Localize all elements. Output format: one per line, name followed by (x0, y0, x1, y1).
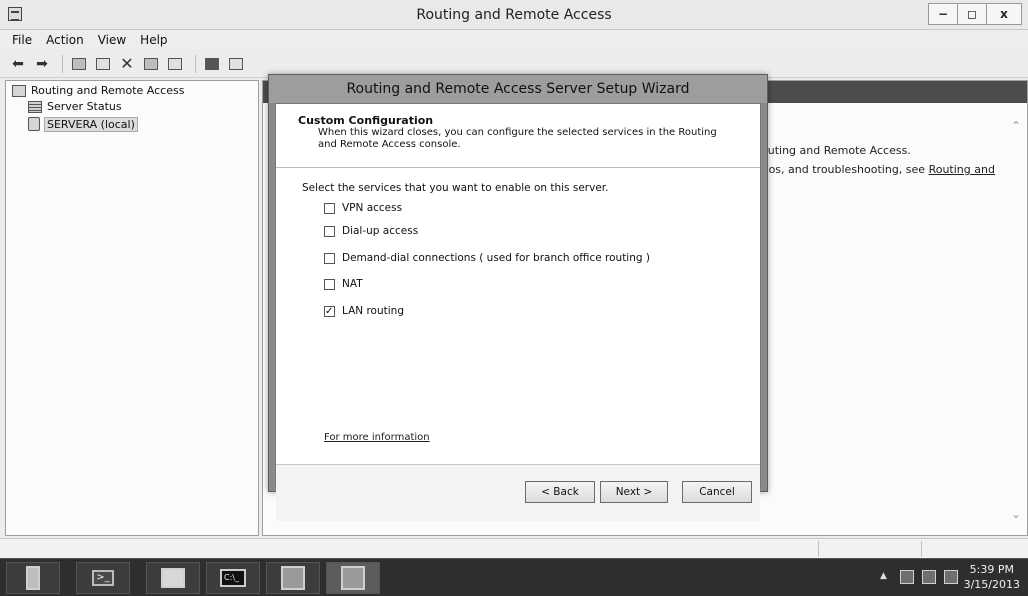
next-button[interactable]: Next > (600, 481, 668, 503)
option-label: Dial-up access (342, 225, 419, 237)
show-hide-tree-icon[interactable] (93, 55, 113, 73)
option-demand-dial[interactable]: Demand-dial connections ( used for branc… (324, 252, 650, 264)
wizard-header-description: When this wizard closes, you can configu… (318, 127, 717, 150)
tree-item-server-status[interactable]: Server Status (28, 100, 122, 113)
option-label: LAN routing (342, 305, 404, 317)
refresh-icon[interactable] (165, 55, 185, 73)
network-status-icon[interactable] (922, 570, 936, 584)
routing-help-link[interactable]: Routing and (929, 163, 995, 176)
option-dial-up-access[interactable]: Dial-up access (324, 225, 418, 237)
forward-arrow-icon[interactable]: ➡ (32, 55, 52, 73)
option-lan-routing[interactable]: LAN routing (324, 305, 404, 317)
tree-root[interactable]: Routing and Remote Access (12, 84, 184, 97)
screen: Routing and Remote Access − ◻ x File Act… (0, 0, 1028, 596)
setup-wizard-dialog: Routing and Remote Access Server Setup W… (268, 74, 768, 521)
tree-item-label: SERVERA (local) (44, 116, 138, 132)
up-folder-icon[interactable] (69, 55, 89, 73)
taskbar: >_ C:\_ ▲ 5:39 PM 3/15/2013 (0, 558, 1028, 596)
details-text-line1: outing and Remote Access. (761, 144, 911, 157)
tree-item-servera[interactable]: SERVERA (local) (28, 116, 138, 132)
vpn-access-checkbox[interactable] (324, 202, 335, 214)
menu-bar: File Action View Help (0, 30, 1028, 50)
volume-icon[interactable] (944, 570, 958, 584)
taskbar-remote-desktop[interactable] (266, 562, 320, 594)
toolbar-separator (62, 54, 63, 73)
toolbar-separator (195, 54, 196, 73)
option-label: NAT (342, 278, 363, 290)
console-tree: Routing and Remote Access Server Status … (5, 80, 259, 536)
dial-up-access-checkbox[interactable] (324, 225, 335, 237)
status-bar (0, 538, 1028, 558)
taskbar-command-prompt[interactable]: C:\_ (206, 562, 260, 594)
details-text-line2: rios, and troubleshooting, see Routing a… (761, 163, 995, 176)
menu-view[interactable]: View (98, 33, 126, 47)
title-bar: Routing and Remote Access − ◻ x (0, 0, 1028, 30)
demand-dial-checkbox[interactable] (324, 252, 335, 264)
option-label: Demand-dial connections ( used for branc… (342, 252, 650, 264)
wizard-body: Custom Configuration When this wizard cl… (275, 103, 761, 521)
taskbar-file-explorer[interactable] (146, 562, 200, 594)
routing-icon (12, 84, 26, 97)
option-vpn-access[interactable]: VPN access (324, 202, 402, 214)
back-arrow-icon[interactable]: ⬅ (8, 55, 28, 73)
taskbar-powershell[interactable]: >_ (76, 562, 130, 594)
window-controls: − ◻ x (928, 3, 1022, 25)
back-button[interactable]: < Back (525, 481, 595, 503)
menu-file[interactable]: File (12, 33, 32, 47)
show-hidden-icons-icon[interactable]: ▲ (880, 571, 887, 581)
wizard-header: Custom Configuration When this wizard cl… (276, 104, 760, 168)
wizard-prompt: Select the services that you want to ena… (302, 182, 609, 194)
option-label: VPN access (342, 202, 403, 214)
tree-item-label: Server Status (47, 100, 122, 113)
command-prompt-icon: C:\_ (220, 569, 246, 587)
cancel-button[interactable]: Cancel (682, 481, 752, 503)
option-nat[interactable]: NAT (324, 278, 363, 290)
server-icon (28, 117, 40, 131)
tree-root-label: Routing and Remote Access (31, 84, 185, 97)
menu-action[interactable]: Action (46, 33, 84, 47)
wizard-header-title: Custom Configuration (298, 114, 434, 127)
folder-icon (161, 568, 185, 588)
remote-desktop-icon (281, 566, 305, 590)
clock[interactable]: 5:39 PM 3/15/2013 (964, 562, 1020, 592)
clock-time: 5:39 PM (969, 563, 1014, 576)
lan-routing-checkbox[interactable] (324, 305, 335, 317)
more-information-link[interactable]: For more information (324, 432, 430, 443)
wizard-footer: < Back Next > Cancel (276, 465, 760, 521)
menu-help[interactable]: Help (140, 33, 167, 47)
restore-button[interactable]: ◻ (957, 3, 987, 25)
server-status-icon (28, 100, 42, 113)
nat-checkbox[interactable] (324, 278, 335, 290)
network-icon (341, 566, 365, 590)
action-center-icon[interactable] (900, 570, 914, 584)
server-manager-icon (26, 566, 40, 590)
system-tray: ▲ 5:39 PM 3/15/2013 (838, 559, 1028, 596)
clock-date: 3/15/2013 (963, 578, 1020, 591)
status-divider (921, 541, 922, 557)
details-text-prefix: rios, and troubleshooting, see (761, 163, 929, 176)
window-title: Routing and Remote Access (416, 7, 612, 23)
powershell-icon: >_ (92, 570, 114, 586)
minimize-button[interactable]: − (928, 3, 958, 25)
scroll-down-icon[interactable]: ⌄ (1011, 507, 1021, 521)
taskbar-routing-remote-access[interactable] (326, 562, 380, 594)
status-divider (818, 541, 819, 557)
taskbar-server-manager[interactable] (6, 562, 60, 594)
action-pane-icon[interactable] (226, 55, 246, 73)
close-button[interactable]: x (986, 3, 1022, 25)
scroll-up-icon[interactable]: ⌃ (1011, 119, 1021, 133)
properties-icon[interactable] (141, 55, 161, 73)
help-icon[interactable] (202, 55, 222, 73)
delete-icon[interactable]: ✕ (117, 54, 137, 73)
wizard-title: Routing and Remote Access Server Setup W… (269, 75, 767, 103)
